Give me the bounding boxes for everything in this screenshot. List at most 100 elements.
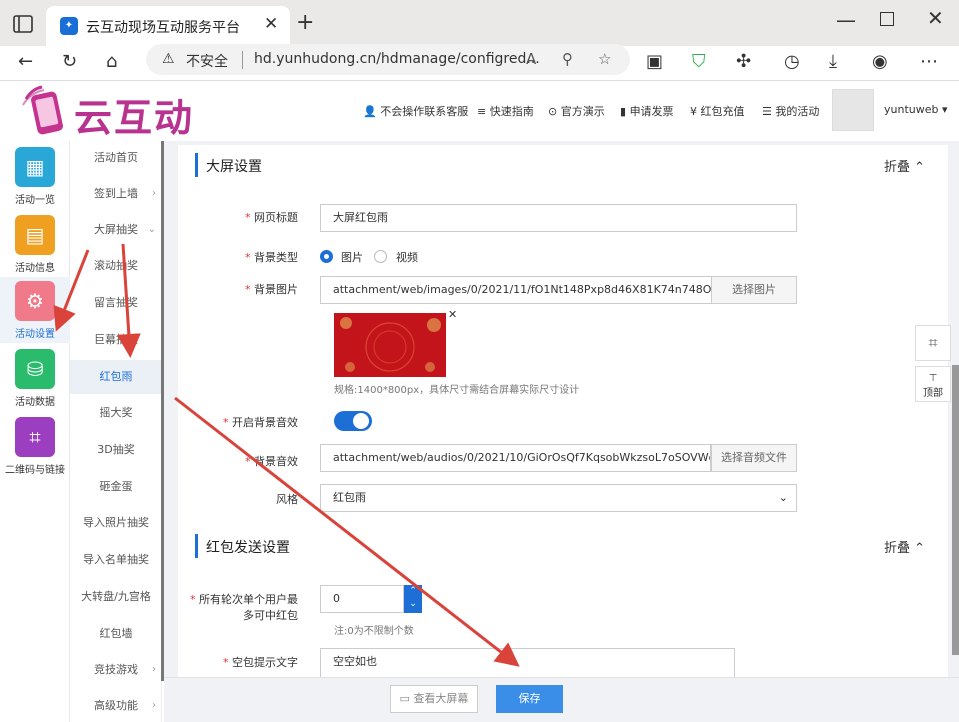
subnav-label: 砸金蛋: [99, 480, 133, 493]
subnav-competitive-games[interactable]: 竞技游戏 ›: [70, 653, 162, 687]
username: yuntuweb: [884, 103, 939, 116]
sidebar-item-qrcode-link[interactable]: ⌗ 二维码与链接: [0, 417, 70, 481]
collections-icon[interactable]: ▣: [646, 51, 663, 72]
bg-audio-input[interactable]: attachment/web/audios/0/2021/10/GiOrOsQf…: [320, 444, 711, 472]
subnav-golden-egg[interactable]: 砸金蛋: [70, 470, 162, 504]
gear-icon: ⚙: [15, 281, 55, 321]
subnav-label: 竞技游戏: [94, 663, 138, 676]
image-size-hint: 规格:1400*800px，具体尺寸需结合屏幕实际尺寸设计: [334, 385, 580, 396]
save-button[interactable]: 保存: [496, 685, 563, 713]
browser-tab[interactable]: ✦ 云互动现场互动服务平台 ✕: [46, 6, 290, 46]
subnav-label: 滚动抽奖: [94, 259, 138, 272]
sidebar-item-activity-list[interactable]: ▦ 活动一览: [0, 147, 70, 211]
address-bar[interactable]: ⚠ 不安全 hd.yunhudong.cn/hdmanage/configred…: [146, 44, 630, 75]
logo-text: 云互动: [74, 96, 195, 140]
history-icon[interactable]: ◷: [784, 51, 800, 72]
nav-official-demo[interactable]: ⊙ 官方演示: [548, 103, 605, 119]
subnav-checkin-wall[interactable]: 签到上墙 ›: [70, 177, 162, 211]
arrow-up-icon: ⊤: [928, 373, 938, 384]
subnav-label: 留言抽奖: [94, 296, 138, 309]
zoom-icon[interactable]: ⚲: [562, 50, 573, 68]
more-menu-icon[interactable]: ⋯: [920, 51, 938, 72]
fold-toggle[interactable]: 折叠 ⌃: [884, 537, 925, 556]
insecure-label: 不安全: [186, 54, 228, 70]
page-scrollbar[interactable]: [952, 365, 959, 655]
sub-sidebar: 活动首页 签到上墙 › 大屏抽奖 ⌄ 滚动抽奖 留言抽奖 巨幕抽奖 红包雨 摇大奖 …: [70, 141, 162, 722]
bg-type-video-radio[interactable]: [374, 250, 387, 263]
tab-close-icon[interactable]: ✕: [264, 14, 278, 34]
empty-tip-input[interactable]: 空空如也: [320, 648, 735, 680]
favorite-icon[interactable]: ☆: [598, 50, 611, 68]
tab-title: 云互动现场互动服务平台: [86, 20, 240, 36]
subnav-big-screen-draw[interactable]: 大屏抽奖 ⌄: [70, 213, 162, 247]
toggle-knob: [353, 413, 369, 429]
back-icon[interactable]: ←: [18, 51, 33, 72]
subnav-3d-draw[interactable]: 3D抽奖: [70, 433, 162, 467]
subnav-label: 导入照片抽奖: [83, 516, 149, 529]
subnav-red-packet-wall[interactable]: 红包墙: [70, 617, 162, 651]
sidebar-item-activity-settings[interactable]: ⚙ 活动设置: [0, 277, 70, 343]
per-user-hint: 注:0为不限制个数: [334, 626, 414, 637]
subnav-red-packet-rain[interactable]: 红包雨: [70, 360, 162, 394]
style-label: 风格: [276, 493, 298, 506]
subnav-scroll-draw[interactable]: 滚动抽奖: [70, 249, 162, 283]
subnav-list-import-draw[interactable]: 导入名单抽奖: [70, 543, 162, 577]
new-tab-icon[interactable]: +: [296, 10, 314, 35]
nav-recharge[interactable]: ¥ 红包充值: [690, 103, 745, 119]
database-icon: ⛁: [15, 349, 55, 389]
subnav-shake-prize[interactable]: 摇大奖: [70, 396, 162, 430]
bg-sound-toggle[interactable]: [334, 411, 372, 431]
subnav-label: 导入名单抽奖: [83, 553, 149, 566]
subnav-advanced[interactable]: 高级功能 ›: [70, 689, 162, 722]
window-menu-icon[interactable]: [12, 13, 34, 35]
style-select[interactable]: 红包雨 ⌄: [320, 484, 797, 512]
section-accent-bar: [195, 534, 198, 558]
bg-sound-label: * 开启背景音效: [223, 416, 298, 429]
icon-sidebar: ▦ 活动一览 ▤ 活动信息 ⚙ 活动设置 ⛁ 活动数据 ⌗ 二维码与链接: [0, 141, 70, 722]
home-icon[interactable]: ⌂: [106, 51, 117, 72]
subnav-photo-import-draw[interactable]: 导入照片抽奖: [70, 506, 162, 540]
nav-invoice[interactable]: ▮ 申请发票: [620, 103, 674, 119]
per-user-max-input[interactable]: 0: [320, 585, 404, 613]
sidebar-item-label: 活动信息: [15, 263, 55, 274]
bg-image-input[interactable]: attachment/web/images/0/2021/11/fO1Nt148…: [320, 276, 712, 304]
subnav-label: 巨幕抽奖: [94, 333, 138, 346]
window-close-icon[interactable]: ✕: [927, 6, 944, 30]
extensions-icon[interactable]: ✣: [736, 51, 751, 72]
avatar[interactable]: [832, 89, 874, 131]
minimize-icon[interactable]: —: [836, 8, 856, 32]
username-menu[interactable]: yuntuweb ▾: [884, 103, 948, 116]
shield-icon[interactable]: ⛉: [692, 51, 706, 72]
browser-tab-strip: ✦ 云互动现场互动服务平台 ✕ + — ✕: [0, 0, 959, 46]
monitor-icon: ▭: [399, 692, 414, 705]
fold-toggle[interactable]: 折叠 ⌃: [884, 156, 925, 175]
sidebar-item-activity-data[interactable]: ⛁ 活动数据: [0, 349, 70, 413]
read-aloud-icon[interactable]: A: [526, 50, 536, 68]
nav-contact-support[interactable]: 👤 不会操作联系客服: [363, 103, 468, 119]
nav-label: 申请发票: [629, 105, 674, 118]
refresh-icon[interactable]: ↻: [62, 51, 77, 72]
page-title-input[interactable]: 大屏红包雨: [320, 204, 797, 232]
per-user-max-label: * 所有轮次单个用户最: [190, 593, 298, 606]
download-icon[interactable]: ⤓: [829, 51, 837, 72]
subnav-activity-home[interactable]: 活动首页: [70, 141, 162, 175]
select-image-button[interactable]: 选择图片: [711, 276, 797, 304]
subnav-message-draw[interactable]: 留言抽奖: [70, 286, 162, 320]
view-big-screen-button[interactable]: ▭ 查看大屏幕: [390, 685, 478, 713]
url-text[interactable]: hd.yunhudong.cn/hdmanage/configred...: [254, 51, 540, 67]
nav-label: 官方演示: [560, 105, 605, 118]
number-stepper[interactable]: ⌃ ⌄: [404, 585, 422, 613]
subnav-wheel-grid[interactable]: 大转盘/九宫格: [70, 580, 162, 614]
back-to-top-button[interactable]: ⊤ 顶部: [915, 366, 951, 402]
qrcode-float-icon[interactable]: ⌗: [915, 325, 951, 361]
select-audio-button[interactable]: 选择音频文件: [711, 444, 797, 472]
nav-my-activities[interactable]: ☰ 我的活动: [762, 103, 819, 119]
maximize-icon[interactable]: [880, 12, 894, 26]
subnav-giant-screen-draw[interactable]: 巨幕抽奖: [70, 323, 162, 357]
profile-icon[interactable]: ◉: [872, 51, 888, 72]
sidebar-item-activity-info[interactable]: ▤ 活动信息: [0, 215, 70, 279]
bg-type-image-radio[interactable]: [320, 250, 333, 263]
remove-image-icon[interactable]: ✕: [448, 308, 457, 321]
nav-quick-guide[interactable]: ≡ 快速指南: [477, 103, 534, 119]
sidebar-item-label: 二维码与链接: [5, 465, 65, 476]
